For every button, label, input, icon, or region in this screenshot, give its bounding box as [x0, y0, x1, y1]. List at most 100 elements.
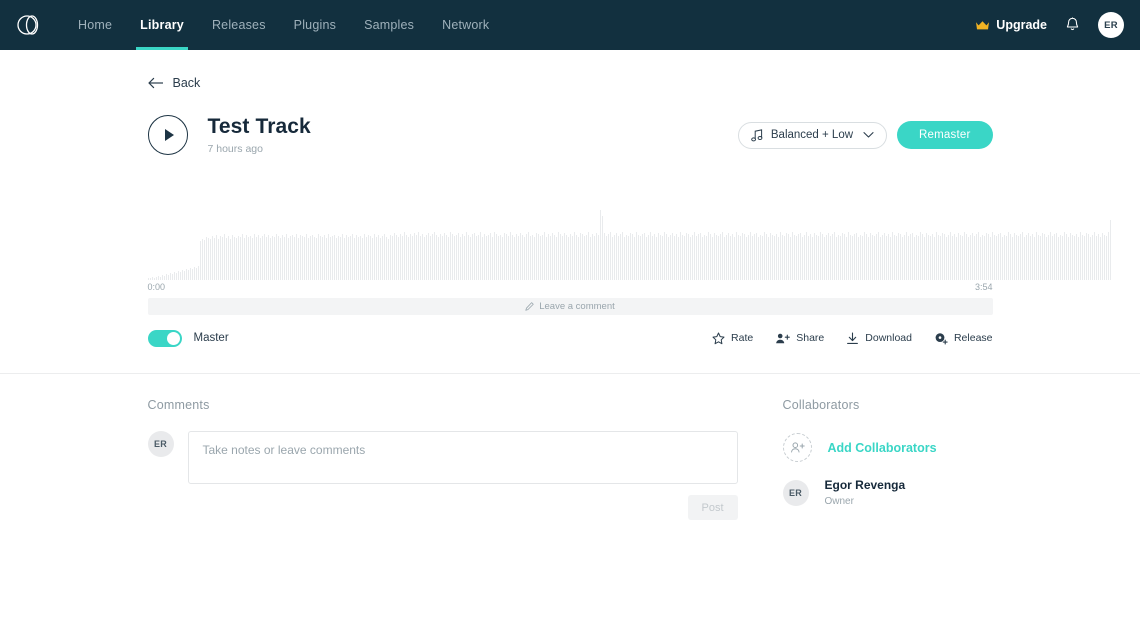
waveform-bar	[595, 232, 597, 280]
release-button[interactable]: Release	[934, 332, 993, 345]
waveform-bar	[1061, 235, 1063, 280]
waveform-bar	[1045, 236, 1047, 280]
waveform-bar	[777, 236, 779, 280]
download-button[interactable]: Download	[846, 331, 912, 345]
user-avatar[interactable]: ER	[1098, 12, 1124, 38]
waveform-bar	[347, 236, 349, 280]
comment-input[interactable]	[187, 431, 738, 484]
nav-item-samples[interactable]: Samples	[350, 0, 428, 50]
nav-item-plugins[interactable]: Plugins	[280, 0, 350, 50]
collaborator-role: Owner	[824, 496, 854, 508]
waveform-bar	[275, 233, 277, 280]
master-toggle-label: Master	[193, 332, 229, 344]
waveform-bar	[253, 233, 255, 280]
upgrade-button[interactable]: Upgrade	[975, 18, 1047, 32]
waveform-bar	[941, 232, 943, 280]
waveform-bar	[177, 270, 179, 280]
waveform-bar	[935, 231, 937, 280]
waveform-bar	[239, 236, 241, 280]
waveform-bar	[649, 231, 651, 280]
remaster-button[interactable]: Remaster	[897, 121, 993, 149]
waveform-bar	[759, 234, 761, 280]
waveform-bar	[619, 233, 621, 280]
notifications-button[interactable]	[1065, 17, 1080, 33]
waveform-bar	[631, 233, 633, 280]
waveform-bar	[971, 232, 973, 280]
brand-logo-icon[interactable]	[12, 8, 46, 42]
waveform-bar	[537, 233, 539, 280]
waveform-bar	[763, 231, 765, 280]
waveform-bar	[687, 233, 689, 280]
collaborator-row[interactable]: ER Egor Revenga Owner	[782, 478, 993, 508]
waveform-bar	[729, 235, 731, 280]
waveform-bar	[521, 234, 523, 280]
waveform-bar	[707, 231, 709, 280]
waveform-bar	[1057, 236, 1059, 280]
waveform[interactable]	[147, 210, 1111, 280]
nav-item-home[interactable]: Home	[64, 0, 126, 50]
waveform-bar	[327, 233, 329, 280]
waveform-bar	[255, 236, 257, 280]
waveform-bar	[629, 232, 631, 280]
waveform-bar	[511, 234, 513, 280]
waveform-bar	[645, 236, 647, 280]
waveform-bar	[1055, 232, 1057, 280]
waveform-bar	[725, 234, 727, 280]
waveform-bar	[689, 236, 691, 280]
waveform-bar	[371, 237, 373, 280]
waveform-bar	[277, 235, 279, 280]
waveform-bar	[523, 236, 525, 280]
waveform-bar	[931, 233, 933, 280]
waveform-bar	[961, 235, 963, 280]
waveform-bar	[1013, 232, 1015, 280]
waveform-bar	[993, 234, 995, 280]
add-collaborators-button[interactable]: Add Collaborators	[782, 433, 937, 462]
play-button[interactable]	[147, 115, 188, 155]
content-container: Back Test Track 7 hours ago Balanced + L…	[147, 76, 1111, 349]
master-toggle[interactable]	[147, 329, 182, 347]
pencil-icon	[525, 302, 534, 311]
waveform-bar	[503, 232, 505, 280]
waveform-bar	[767, 236, 769, 280]
waveform-end-time: 3:54	[974, 282, 993, 292]
back-button[interactable]: Back	[147, 76, 200, 90]
preset-dropdown[interactable]: Balanced + Low	[737, 121, 888, 149]
nav-item-library[interactable]: Library	[126, 0, 198, 50]
nav-item-network[interactable]: Network	[428, 0, 503, 50]
nav-item-releases[interactable]: Releases	[198, 0, 280, 50]
waveform-bar	[561, 235, 563, 280]
waveform-bar	[809, 233, 811, 280]
share-button[interactable]: Share	[775, 332, 824, 345]
waveform-bar	[1003, 234, 1005, 280]
waveform-bar	[817, 235, 819, 280]
waveform-bar	[923, 236, 925, 280]
waveform-bar	[413, 232, 415, 280]
waveform-bar	[331, 235, 333, 280]
waveform-bar	[479, 231, 481, 280]
comment-composer: ER	[147, 431, 738, 484]
rate-label: Rate	[731, 332, 754, 344]
waveform-bar	[625, 234, 627, 280]
waveform-comment-bar[interactable]: Leave a comment	[147, 298, 993, 315]
waveform-bar	[915, 234, 917, 280]
waveform-bar	[741, 232, 743, 280]
post-button[interactable]: Post	[687, 495, 738, 520]
nav-item-label: Library	[140, 18, 184, 32]
waveform-bar	[567, 236, 569, 280]
waveform-bar	[793, 234, 795, 280]
waveform-bar	[375, 236, 377, 280]
waveform-bar	[547, 233, 549, 280]
waveform-bar	[633, 236, 635, 280]
waveform-bar	[193, 266, 195, 280]
track-header: Test Track 7 hours ago Balanced + Low Re…	[147, 112, 993, 158]
waveform-bar	[1009, 233, 1011, 280]
waveform-bar	[1095, 235, 1097, 280]
waveform-bar	[171, 273, 173, 280]
waveform-bar	[1035, 231, 1037, 280]
waveform-bar	[889, 236, 891, 280]
waveform-bar	[427, 232, 429, 280]
waveform-bar	[845, 236, 847, 280]
waveform-bar	[321, 236, 323, 280]
waveform-bar	[563, 232, 565, 280]
rate-button[interactable]: Rate	[712, 332, 753, 345]
